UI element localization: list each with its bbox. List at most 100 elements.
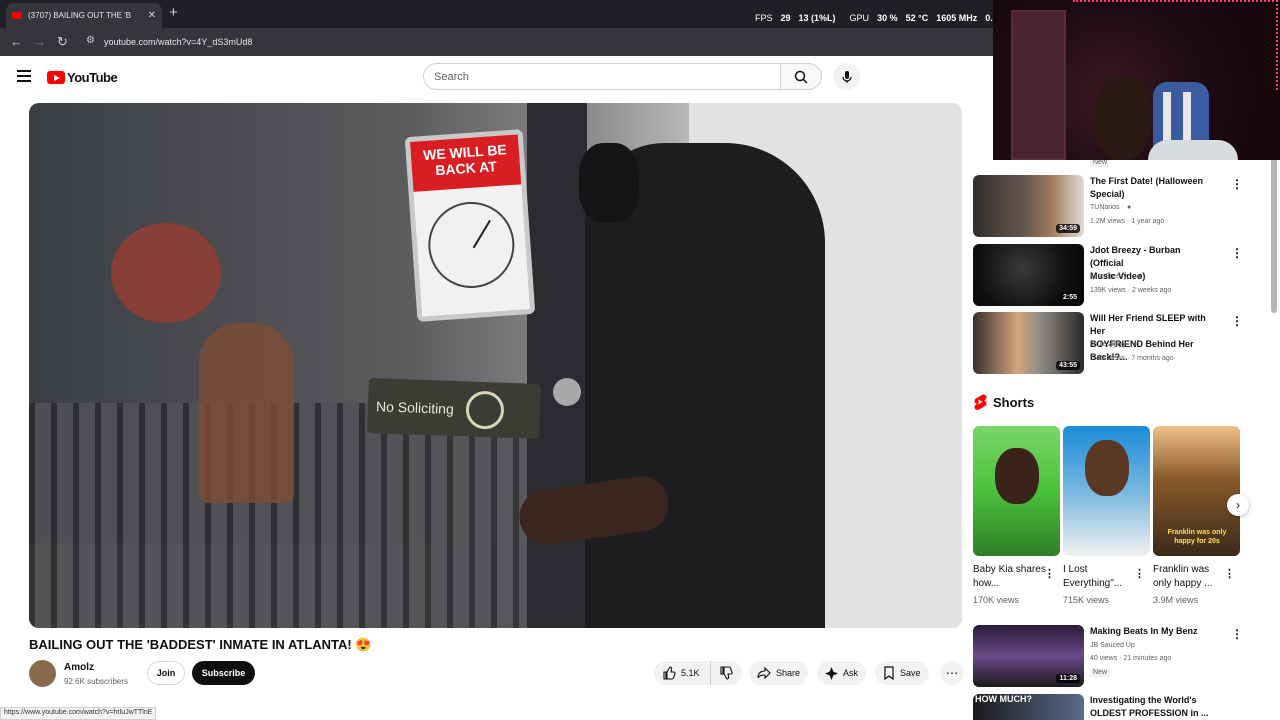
new-badge: New	[1090, 668, 1111, 677]
thumbnail-caption: HOW MUCH?	[975, 694, 1032, 704]
short-views: 715K views	[1063, 595, 1110, 605]
recommendation-title[interactable]: Investigating the World's OLDEST PROFESSI…	[1090, 694, 1215, 720]
more-actions-icon[interactable]: ⋯	[940, 661, 964, 685]
shorts-heading-text: Shorts	[993, 394, 1035, 410]
short-title[interactable]: Baby Kia shares how...	[973, 563, 1048, 591]
video-frame-door	[527, 103, 587, 628]
join-button[interactable]: Join	[147, 661, 185, 685]
search-button[interactable]	[780, 63, 822, 90]
video-thumbnail[interactable]: 11:28	[973, 625, 1084, 687]
share-icon	[757, 666, 771, 680]
dislike-button[interactable]	[710, 661, 742, 685]
recommendation-item[interactable]: 11:28 Making Beats In My Benz JB Sauced …	[973, 625, 1243, 687]
webcam-overlay	[993, 0, 1280, 160]
short-title[interactable]: Franklin was only happy ...	[1153, 563, 1228, 591]
browser-tab[interactable]: (3707) BAILING OUT THE 'B ✕	[6, 3, 162, 28]
gpu-clock: 1605 MHz	[936, 13, 978, 23]
duration-badge: 2:55	[1059, 293, 1080, 302]
close-tab-icon[interactable]: ✕	[148, 10, 156, 21]
recommendation-title[interactable]: The First Date! (Halloween Special)	[1090, 175, 1215, 201]
duration-badge: 34:59	[1056, 224, 1080, 233]
recommendation-channel[interactable]: JB Sauced Up	[1090, 642, 1135, 649]
video-player[interactable]: WE WILL BE BACK AT No Soliciting	[29, 103, 962, 628]
recommendation-title[interactable]: Making Beats In My Benz	[1090, 625, 1215, 638]
save-button[interactable]: Save	[875, 661, 929, 685]
ask-label: Ask	[843, 668, 859, 678]
recommendation-meta: 40 views · 21 minutes ago	[1090, 655, 1172, 662]
short-thumbnail[interactable]	[1063, 426, 1150, 556]
video-thumbnail[interactable]: HOW MUCH?	[973, 694, 1084, 720]
webcam-led-lights	[1073, 0, 1278, 90]
duration-badge: 43:55	[1056, 361, 1080, 370]
subscriber-count: 92.6K subscribers	[64, 677, 129, 686]
youtube-logo[interactable]: YouTube	[47, 70, 118, 85]
more-options-icon[interactable]: ⋮	[1044, 567, 1055, 580]
thumbs-down-icon	[720, 666, 733, 680]
more-options-icon[interactable]: ⋮	[1231, 246, 1243, 260]
tab-title: (3707) BAILING OUT THE 'B	[28, 11, 132, 20]
recommendation-item[interactable]: 43:55 Will Her Friend SLEEP with Her BOYF…	[973, 312, 1243, 374]
ask-button[interactable]: Ask	[817, 661, 867, 685]
shorts-section-heading: Shorts	[973, 394, 1034, 410]
webcam-door	[1011, 10, 1066, 160]
no-entry-icon	[465, 389, 505, 430]
hamburger-menu-icon[interactable]	[17, 70, 31, 82]
video-thumbnail[interactable]: 2:55	[973, 244, 1084, 306]
channel-avatar[interactable]	[29, 660, 56, 687]
recommendation-channel[interactable]: Jdot Breezy	[1090, 273, 1127, 280]
video-frame-sign: WE WILL BE BACK AT	[404, 129, 536, 322]
link-status-bar: https://www.youtube.com/watch?v=htIuJwTT…	[0, 707, 157, 720]
youtube-logo-icon	[47, 71, 65, 84]
short-thumbnail[interactable]	[973, 426, 1060, 556]
like-button[interactable]: 5.1K	[654, 661, 710, 685]
search-input[interactable]: Search	[423, 63, 781, 90]
site-info-icon[interactable]: ⚙	[86, 35, 95, 46]
webcam-streamer	[1093, 76, 1151, 160]
thumbs-up-icon	[663, 666, 676, 680]
fps-value: 29	[780, 13, 791, 23]
recommendation-item[interactable]: 34:59 The First Date! (Halloween Special)…	[973, 175, 1243, 237]
share-button[interactable]: Share	[749, 661, 809, 685]
forward-icon[interactable]: →	[33, 34, 46, 49]
shorts-next-arrow-icon[interactable]: ›	[1227, 494, 1249, 516]
gpu-util: 30 %	[877, 13, 898, 23]
video-thumbnail[interactable]: 34:59	[973, 175, 1084, 237]
short-thumbnail[interactable]: Franklin was only happy for 20s	[1153, 426, 1240, 556]
video-frame-reflection-figure	[199, 323, 294, 503]
verified-icon: ●	[1133, 341, 1138, 348]
reload-icon[interactable]: ↻	[57, 34, 68, 50]
duration-badge: 11:28	[1056, 674, 1080, 683]
recommendation-channel[interactable]: TUNarios	[1090, 204, 1120, 211]
video-frame-person-head	[579, 143, 639, 223]
new-tab-icon[interactable]: +	[169, 4, 178, 21]
sign-text: WE WILL BE BACK AT	[410, 134, 522, 192]
more-options-icon[interactable]: ⋮	[1134, 567, 1145, 580]
more-options-icon[interactable]: ⋮	[1231, 177, 1243, 191]
back-icon[interactable]: ←	[10, 34, 23, 49]
fps-label: FPS	[755, 13, 773, 23]
more-options-icon[interactable]: ⋮	[1231, 696, 1233, 710]
video-frame-door-knob	[553, 378, 581, 406]
recommendation-item[interactable]: 2:55 Jdot Breezy - Burban (Official Music…	[973, 244, 1243, 306]
recommendation-item[interactable]: HOW MUCH? Investigating the World's OLDES…	[973, 694, 1233, 720]
short-title[interactable]: I Lost Everything"...	[1063, 563, 1138, 591]
microphone-icon	[841, 70, 852, 83]
youtube-logo-text: YouTube	[67, 70, 118, 85]
subscribe-button[interactable]: Subscribe	[192, 661, 255, 685]
recommendation-channel[interactable]: soulessjayy	[1090, 341, 1126, 348]
share-label: Share	[776, 668, 801, 678]
short-thumbnail-caption: Franklin was only happy for 20s	[1167, 529, 1227, 545]
more-options-icon[interactable]: ⋮	[1231, 627, 1243, 641]
video-frame-reflection	[111, 223, 221, 323]
webcam-streamer-shirt	[1148, 140, 1238, 160]
url-field[interactable]: youtube.com/watch?v=4Y_dS3mUd8	[104, 37, 252, 47]
fps-low: 13 (1%L)	[798, 13, 836, 23]
channel-name[interactable]: Amolz	[64, 662, 94, 673]
voice-search-button[interactable]	[833, 63, 860, 90]
no-soliciting-text: No Soliciting	[375, 397, 455, 417]
clock-icon	[425, 199, 518, 291]
video-thumbnail[interactable]: 43:55	[973, 312, 1084, 374]
save-label: Save	[900, 668, 921, 678]
more-options-icon[interactable]: ⋮	[1224, 567, 1235, 580]
more-options-icon[interactable]: ⋮	[1231, 314, 1243, 328]
